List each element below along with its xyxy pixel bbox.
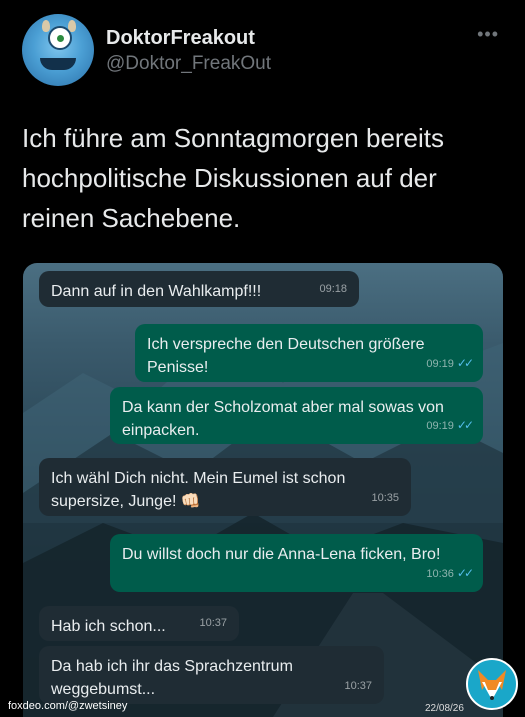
message-time: 09:19 [426, 420, 454, 432]
avatar-horn-left [42, 20, 50, 32]
display-name[interactable]: DoktorFreakout [106, 27, 255, 50]
fox-logo-icon [466, 658, 518, 710]
avatar-mouth [40, 58, 76, 70]
read-ticks-icon: ✓✓ [456, 566, 474, 580]
avatar-eye [48, 26, 72, 50]
watermark-source: foxdeo.com/@zwetsiney [8, 700, 128, 712]
message-time: 10:37 [344, 680, 372, 692]
chat-message-outgoing: Da kann der Scholzomat aber mal sowas vo… [110, 387, 483, 444]
message-time: 10:36 [426, 568, 454, 580]
watermark-date: 22/08/26 [425, 703, 464, 714]
message-time: 10:35 [371, 492, 399, 504]
message-time: 09:19 [426, 358, 454, 370]
chat-message-incoming: Hab ich schon... 10:37 [39, 606, 239, 641]
tweet-text: Ich führe am Sonntagmorgen bereits hochp… [22, 123, 445, 233]
tweet-media-chat-screenshot[interactable]: Dann auf in den Wahlkampf!!! 09:18 Ich v… [23, 263, 503, 717]
chat-message-outgoing: Du willst doch nur die Anna-Lena ficken,… [110, 534, 483, 592]
avatar[interactable] [22, 14, 94, 86]
read-ticks-icon: ✓✓ [456, 356, 474, 370]
chat-message-outgoing: Ich verspreche den Deutschen größere Pen… [135, 324, 483, 382]
more-horizontal-icon[interactable]: ••• [477, 24, 499, 45]
chat-message-incoming: Ich wähl Dich nicht. Mein Eumel ist scho… [39, 458, 411, 516]
message-time: 10:37 [199, 617, 227, 629]
chat-message-incoming: Dann auf in den Wahlkampf!!! 09:18 [39, 271, 359, 307]
message-time: 09:18 [319, 283, 347, 295]
read-ticks-icon: ✓✓ [456, 418, 474, 432]
chat-message-incoming: Da hab ich ihr das Sprachzentrum weggebu… [39, 646, 384, 704]
user-handle[interactable]: @Doktor_FreakOut [106, 53, 271, 75]
